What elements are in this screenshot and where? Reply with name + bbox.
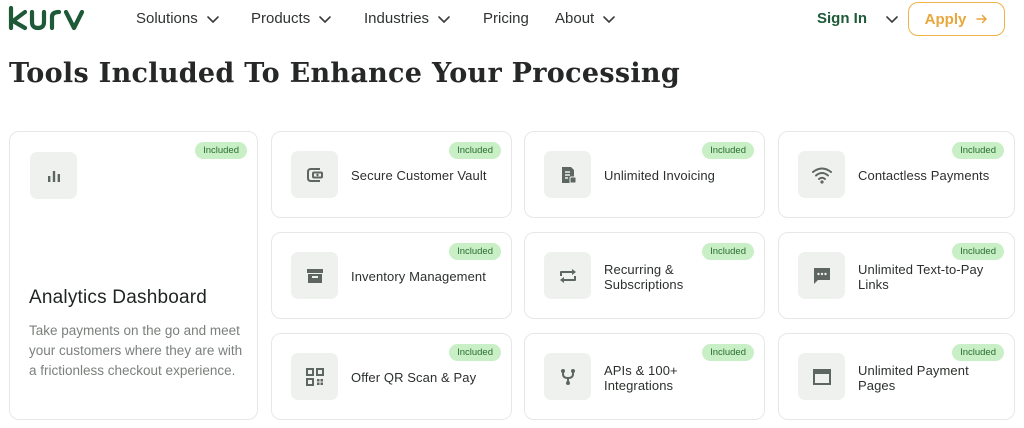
nav-about[interactable]: About [555, 10, 616, 27]
included-badge: Included [702, 344, 754, 361]
wifi-icon [798, 151, 845, 198]
chevron-down-icon [206, 15, 219, 23]
sign-in-label: Sign In [817, 10, 867, 27]
chevron-down-icon [886, 15, 898, 23]
feature-card-analytics-dashboard[interactable]: Included Analytics Dashboard Take paymen… [9, 131, 258, 420]
featured-description: Take payments on the go and meet your cu… [29, 323, 243, 378]
vault-icon [291, 151, 338, 198]
feature-label: Offer QR Scan & Pay [351, 370, 477, 385]
chevron-down-icon [438, 15, 450, 23]
feature-card-payment-pages[interactable]: Included Unlimited Payment Pages [778, 333, 1015, 420]
included-badge: Included [449, 344, 501, 361]
feature-card-inventory-management[interactable]: Included Inventory Management [271, 232, 512, 319]
feature-label: Contactless Payments [858, 168, 990, 183]
feature-card-unlimited-invoicing[interactable]: Included Unlimited Invoicing [524, 131, 765, 218]
chevron-down-icon [603, 15, 616, 23]
nav-industries[interactable]: Industries [364, 10, 451, 27]
qr-icon [291, 353, 338, 400]
feature-label: Unlimited Invoicing [604, 168, 716, 183]
repeat-icon [544, 252, 591, 299]
feature-label: Secure Customer Vault [351, 168, 487, 183]
feature-card-recurring-subscriptions[interactable]: Included Recurring & Subscriptions [524, 232, 765, 319]
kurv-logo[interactable] [8, 4, 98, 32]
included-badge: Included [702, 142, 754, 159]
nav-products-label: Products [251, 10, 311, 27]
window-icon [798, 353, 845, 400]
nav-solutions-label: Solutions [136, 10, 198, 27]
chat-icon [798, 252, 845, 299]
feature-label: Unlimited Text-to-Pay Links [858, 262, 984, 292]
feature-label: APIs & 100+ Integrations [604, 363, 678, 393]
included-badge: Included [702, 243, 754, 260]
included-badge: Included [449, 243, 501, 260]
chevron-down-icon [319, 15, 332, 23]
apply-label: Apply [924, 10, 967, 28]
included-badge: Included [195, 142, 247, 159]
included-badge: Included [952, 344, 1004, 361]
included-badge: Included [952, 142, 1004, 159]
nav-about-label: About [555, 10, 595, 27]
nav-pricing[interactable]: Pricing [483, 10, 529, 27]
page-title: Tools Included To Enhance Your Processin… [9, 58, 680, 89]
apply-button[interactable]: Apply [908, 2, 1005, 36]
nav-pricing-label: Pricing [483, 10, 529, 27]
sign-in-menu[interactable]: Sign In [817, 10, 899, 27]
feature-card-qr-scan-pay[interactable]: Included Offer QR Scan & Pay [271, 333, 512, 420]
nav-industries-label: Industries [364, 10, 430, 27]
feature-label: Recurring & Subscriptions [604, 262, 684, 292]
feature-card-text-to-pay-links[interactable]: Included Unlimited Text-to-Pay Links [778, 232, 1015, 319]
fork-icon [544, 353, 591, 400]
feature-card-apis-integrations[interactable]: Included APIs & 100+ Integrations [524, 333, 765, 420]
included-badge: Included [952, 243, 1004, 260]
feature-card-secure-customer-vault[interactable]: Included Secure Customer Vault [271, 131, 512, 218]
invoice-icon [544, 151, 591, 198]
bar-chart-icon [30, 152, 77, 199]
included-badge: Included [449, 142, 501, 159]
feature-label: Inventory Management [351, 269, 486, 284]
feature-label: Unlimited Payment Pages [858, 363, 969, 393]
top-nav: Solutions Products Industries Pricing Ab… [0, 0, 1024, 38]
nav-solutions[interactable]: Solutions [136, 10, 220, 27]
nav-products[interactable]: Products [251, 10, 332, 27]
featured-title: Analytics Dashboard [29, 287, 208, 308]
feature-card-contactless-payments[interactable]: Included Contactless Payments [778, 131, 1015, 218]
inventory-icon [291, 252, 338, 299]
arrow-right-icon [976, 14, 988, 24]
